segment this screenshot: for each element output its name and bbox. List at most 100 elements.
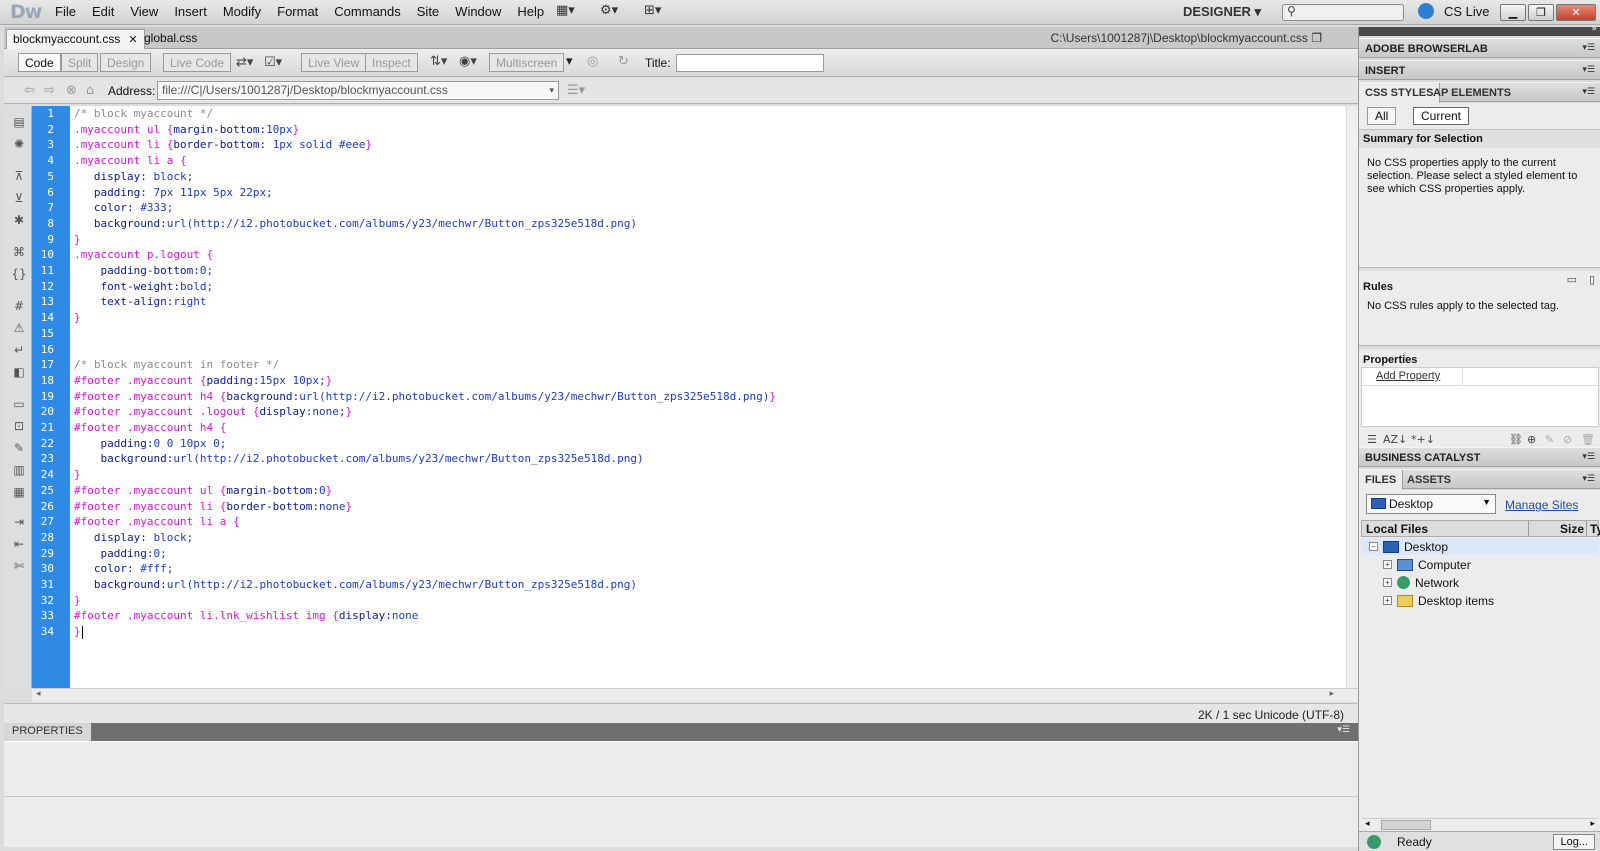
code-line[interactable]: #footer .myaccount h4 {background:url(ht… (74, 390, 776, 403)
code-line[interactable]: background:url(http://i2.photobucket.com… (74, 452, 644, 465)
expand-icon[interactable]: + (1383, 596, 1392, 605)
inspect-button[interactable]: Inspect (365, 53, 418, 72)
code-line[interactable]: } (74, 625, 81, 638)
syntax-coloring-icon[interactable]: ◧ (11, 364, 27, 380)
panel-menu-icon[interactable]: ▾☰ (1582, 452, 1595, 462)
menu-insert[interactable]: Insert (166, 4, 215, 19)
minimize-button[interactable]: ▁ (1500, 4, 1526, 21)
menu-window[interactable]: Window (447, 4, 509, 19)
add-property-link[interactable]: Add Property (1376, 370, 1440, 382)
indent-code-icon[interactable]: ⇥ (11, 514, 27, 530)
open-documents-icon[interactable]: ▤ (11, 114, 27, 130)
code-line[interactable]: .myaccount p.logout { (74, 248, 213, 261)
workspace-switcher[interactable]: DESIGNER ▾ (1183, 4, 1261, 20)
highlight-invalid-code-icon[interactable]: ⚠ (11, 320, 27, 336)
tab-ap-elements[interactable]: AP ELEMENTS (1427, 83, 1517, 103)
tree-item-network[interactable]: + Network (1383, 574, 1459, 591)
line-numbers-icon[interactable]: # (11, 298, 27, 314)
apply-comment-icon[interactable]: ▭ (11, 396, 27, 412)
tab-blockmyaccount[interactable]: blockmyaccount.css ✕ (6, 29, 145, 49)
forward-icon[interactable]: ⇨ (44, 83, 55, 98)
code-line[interactable]: text-align:right (74, 295, 207, 308)
panel-menu-icon[interactable]: ▾☰ (1582, 87, 1595, 97)
panel-collapse-strip[interactable]: » (1359, 24, 1600, 36)
insert-panel-header[interactable]: INSERT ▾☰ (1359, 60, 1600, 80)
browser-navigation-options-icon[interactable]: ☰▾ (567, 83, 585, 98)
wrap-tag-icon[interactable]: ✎ (11, 440, 27, 456)
move-css-icon[interactable]: ▦ (11, 484, 27, 500)
files-horizontal-scrollbar[interactable]: ◂ ▸ (1361, 818, 1599, 831)
column-type[interactable]: Typ (1590, 522, 1600, 536)
menu-edit[interactable]: Edit (84, 4, 122, 19)
alpha-view-icon[interactable]: AZ↓ (1383, 433, 1407, 446)
title-field[interactable] (676, 54, 824, 72)
code-line[interactable]: #footer .myaccount .logout {display:none… (74, 405, 352, 418)
code-line[interactable]: font-weight:bold; (74, 280, 214, 293)
balance-braces-icon[interactable]: {} (11, 266, 27, 282)
tab-files[interactable]: FILES (1359, 470, 1404, 490)
tab-global[interactable]: global.css (138, 29, 203, 49)
code-line[interactable]: #footer .myaccount li.lnk_wishlist img {… (74, 609, 418, 622)
menu-commands[interactable]: Commands (326, 4, 408, 19)
menu-format[interactable]: Format (269, 4, 326, 19)
outdent-code-icon[interactable]: ⇤ (11, 536, 27, 552)
split-view-button[interactable]: Split (61, 53, 99, 72)
vertical-scrollbar[interactable] (1346, 106, 1358, 688)
menu-view[interactable]: View (122, 4, 166, 19)
code-line[interactable]: padding-bottom:0; (74, 264, 214, 277)
multiscreen-button[interactable]: Multiscreen (489, 53, 565, 72)
code-line[interactable]: padding: 7px 11px 5px 22px; (74, 186, 273, 199)
tree-item-desktop-items[interactable]: + Desktop items (1383, 592, 1494, 609)
back-icon[interactable]: ⇦ (24, 83, 35, 98)
code-line[interactable]: } (74, 468, 81, 481)
remove-comment-icon[interactable]: ⊡ (11, 418, 27, 434)
scroll-right-icon[interactable]: ▸ (1590, 819, 1595, 829)
code-line[interactable]: display: block; (74, 531, 193, 544)
code-line[interactable]: padding:0; (74, 547, 167, 560)
stop-icon[interactable]: ⊗ (66, 83, 77, 98)
select-parent-tag-icon[interactable]: ⌘ (11, 244, 27, 260)
code-line[interactable]: background:url(http://i2.photobucket.com… (74, 578, 637, 591)
scroll-thumb[interactable] (1381, 820, 1431, 830)
visual-aids-icon[interactable]: ◎ (587, 54, 598, 69)
extend-gear-icon[interactable]: ⚙▾ (600, 3, 618, 21)
about-view-icon[interactable]: ▯ (1589, 273, 1595, 286)
restore-button[interactable]: ❐ (1528, 4, 1554, 21)
splitter[interactable] (1359, 267, 1600, 271)
check-page-icon[interactable]: ☑▾ (264, 55, 282, 70)
site-dropdown[interactable]: Desktop ▼ (1366, 494, 1496, 514)
code-line[interactable]: color: #333; (74, 201, 174, 214)
format-source-icon[interactable]: ✄ (11, 558, 27, 574)
code-line[interactable]: } (74, 594, 81, 607)
code-line[interactable]: /* block myaccount */ (74, 107, 213, 120)
scroll-left-icon[interactable]: ◂ (1365, 819, 1370, 829)
code-line[interactable]: .myaccount li a { (74, 154, 187, 167)
close-tab-icon[interactable]: ✕ (128, 34, 137, 46)
address-field[interactable]: file:///C|/Users/1001287j/Desktop/blockm… (157, 81, 559, 100)
category-view-icon[interactable]: ☰ (1367, 433, 1377, 446)
layout-icon[interactable]: ▦▾ (556, 3, 575, 21)
code-line[interactable]: .myaccount li {border-bottom: 1px solid … (74, 138, 372, 151)
code-line[interactable]: } (74, 233, 81, 246)
code-view-button[interactable]: Code (18, 53, 61, 72)
code-line[interactable]: padding:0 0 10px 0; (74, 437, 227, 450)
code-line[interactable]: .myaccount ul {margin-bottom:10px} (74, 123, 299, 136)
file-management-icon[interactable]: ⇄▾ (236, 55, 253, 70)
sync-icon[interactable]: ⇅▾ (430, 54, 447, 69)
tree-item-desktop[interactable]: − Desktop (1361, 538, 1599, 555)
home-icon[interactable]: ⌂ (86, 83, 94, 98)
attach-stylesheet-icon[interactable]: ⛓ (1509, 433, 1523, 446)
code-line[interactable]: background:url(http://i2.photobucket.com… (74, 217, 637, 230)
live-code-button[interactable]: Live Code (163, 53, 232, 72)
refresh-icon[interactable]: ↻ (618, 54, 629, 69)
new-css-rule-icon[interactable]: ⊕ (1527, 433, 1536, 446)
cs-live-label[interactable]: CS Live (1444, 4, 1490, 19)
expand-all-icon[interactable]: ✱ (11, 212, 27, 228)
code-line[interactable]: #footer .myaccount {padding:15px 10px;} (74, 374, 332, 387)
panel-menu-icon[interactable]: ▾☰ (1582, 43, 1595, 53)
expand-icon[interactable]: » (1591, 24, 1597, 34)
close-window-button[interactable]: ✕ (1556, 4, 1596, 21)
splitter[interactable] (1359, 345, 1600, 349)
chevron-down-icon[interactable]: ▾ (549, 82, 554, 99)
multiscreen-dropdown-icon[interactable]: ▾ (566, 54, 573, 69)
